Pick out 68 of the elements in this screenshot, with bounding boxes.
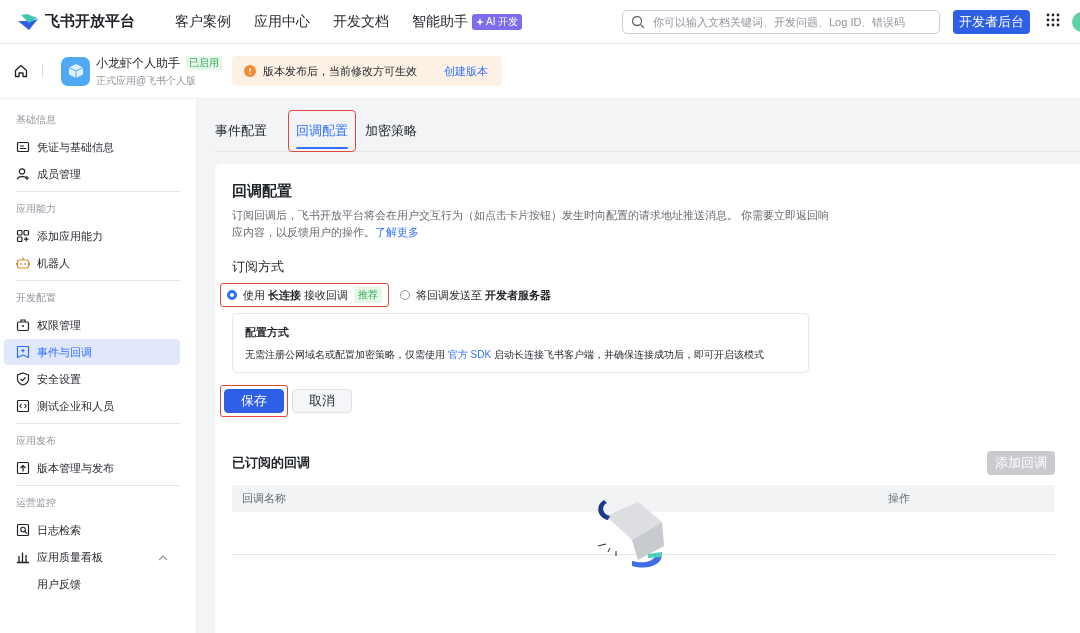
app-subtitle: 正式应用@飞书个人版 [96,73,198,88]
tab[interactable]: 事件配置 [215,111,279,151]
sidebar-item[interactable]: 权限管理 [4,312,180,338]
sidebar-item[interactable]: 凭证与基础信息 [4,134,180,160]
bookmark-plus-icon [16,345,30,359]
sidebar-section-title: 应用发布 [15,434,57,448]
lock-icon [16,318,30,332]
nav-link[interactable]: 开发文档 [333,12,389,31]
sidebar-section-title: 运营监控 [15,496,57,510]
notice-text: 版本发布后，当前修改方可生效 [263,63,417,79]
nav-link[interactable]: 应用中心 [254,12,310,31]
sidebar-item[interactable]: 机器人 [4,250,180,276]
shield-check-icon [16,372,30,386]
nav-link[interactable]: 客户案例 [175,12,231,31]
create-version-link[interactable]: 创建版本 [444,63,488,79]
tab[interactable]: 回调配置 [289,111,355,151]
sidebar-item[interactable]: 版本管理与发布 [4,455,180,481]
sidebar-item[interactable]: 事件与回调 [4,339,180,365]
option-label[interactable]: 将回调发送至 开发者服务器 [416,287,552,303]
cube-icon [66,62,85,80]
chevron-up-icon[interactable] [158,555,168,561]
cancel-button[interactable]: 取消 [292,389,352,413]
search-field[interactable]: 你可以输入文档关键词、开发问题、Log ID、错误码 [622,9,940,34]
section-title: 回调配置 [232,182,293,201]
status-badge: 已启用 [186,56,222,70]
tab[interactable]: 加密策略 [365,111,429,151]
sidebar-item[interactable]: 成员管理 [4,161,180,187]
card-icon [16,140,30,154]
nav-link[interactable]: 智能助手 [412,12,468,31]
code-icon [16,399,30,413]
column-header: 操作 [888,491,910,506]
sidebar-item[interactable]: 用户反馈 [4,571,180,597]
subscribed-title: 已订阅的回调 [232,454,310,472]
section-description: 订阅回调后，飞书开放平台将会在用户交互行为（如点击卡片按钮）发生时向配置的请求地址推送消息。 你需要立即返回响应内容，以反馈用户的操作。了解更多 [232,208,830,240]
sidebar-item[interactable]: 日志检索 [4,517,180,543]
add-user-icon [16,167,30,181]
sidebar-item[interactable]: 添加应用能力 [4,223,180,249]
upload-icon [16,461,30,475]
sidebar-section-title: 基础信息 [15,113,57,127]
sparkle-icon [476,17,484,26]
developer-console-button[interactable]: 开发者后台 [953,9,1030,34]
sidebar-item[interactable]: 应用质量看板 [4,544,180,570]
sidebar-item[interactable]: 测试企业和人员 [4,393,180,419]
robot-icon [16,256,30,270]
search-icon [631,14,645,29]
logo-icon [17,12,39,31]
option-label[interactable]: 使用 长连接 接收回调 [243,287,349,303]
sidebar-item[interactable]: 安全设置 [4,366,180,392]
apps-grid-icon[interactable] [1046,12,1060,27]
radio-button[interactable] [227,290,237,300]
ai-badge: AI 开发 [472,13,523,30]
warning-icon [244,65,256,77]
bar-chart-icon [16,550,30,564]
learn-more-link[interactable]: 了解更多 [375,226,419,238]
sdk-link[interactable]: 官方 SDK [447,349,492,360]
subscription-label: 订阅方式 [232,259,285,276]
sidebar-section-title: 开发配置 [15,291,57,305]
app-name: 小龙虾个人助手 [96,54,180,72]
column-header: 回调名称 [242,491,286,506]
recommended-tag: 推荐 [354,287,383,303]
home-icon[interactable] [14,64,28,78]
brand-name[interactable]: 飞书开放平台 [45,12,135,31]
info-text: 无需注册公网域名或配置加密策略，仅需使用 官方 SDK 启动长连接飞书客户端，并确保连接成功后，即可开启该模式 [245,348,765,362]
apps-add-icon [16,229,30,243]
sidebar-section-title: 应用能力 [15,202,57,216]
search-document-icon [16,523,30,537]
save-button[interactable]: 保存 [224,389,284,413]
info-title: 配置方式 [245,326,290,340]
